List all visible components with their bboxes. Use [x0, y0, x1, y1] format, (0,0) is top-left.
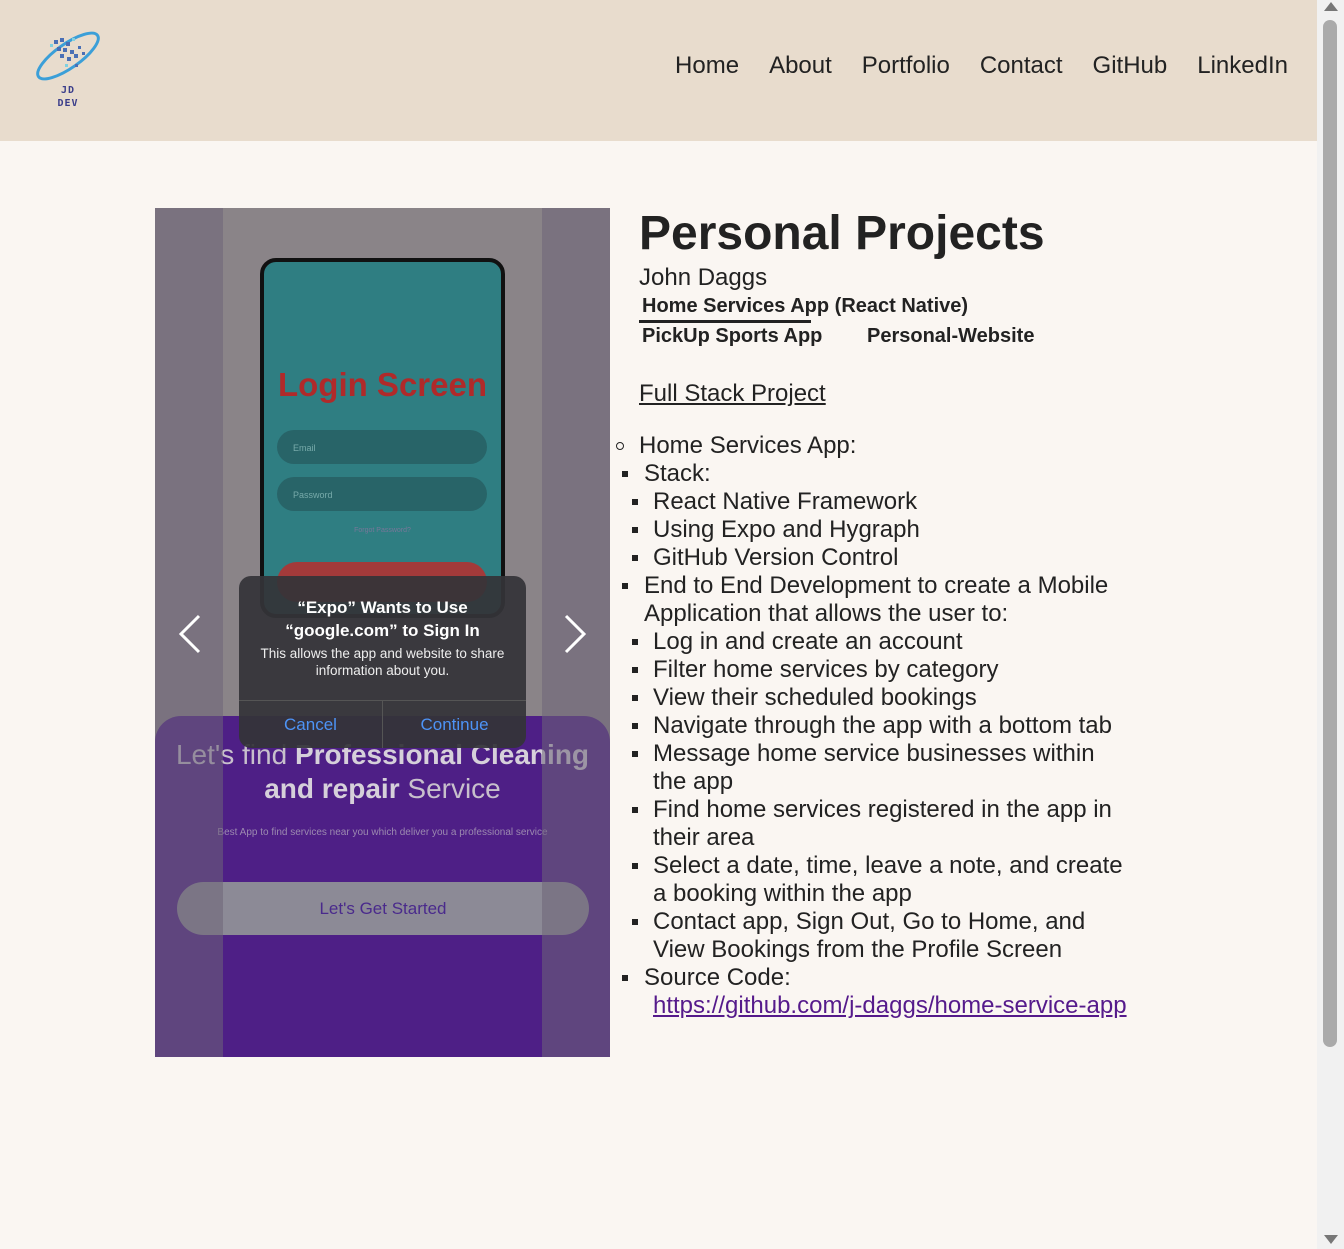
- list-bullet: [632, 723, 638, 729]
- tab-home-services-app[interactable]: Home Services App (React Native): [642, 295, 968, 318]
- list-bullet: [632, 919, 638, 925]
- lets-get-started-button-mock: Let's Get Started: [177, 882, 589, 935]
- e2e-description: Application that allows the user to:: [644, 600, 1009, 627]
- phone-mockup: Login Screen Email Password Forgot Passw…: [260, 258, 505, 618]
- author-name: John Daggs: [639, 264, 768, 291]
- source-code-link[interactable]: https://github.com/j-daggs/home-service-…: [653, 992, 1127, 1020]
- scroll-thumb[interactable]: [1323, 20, 1337, 1047]
- feature-item: Message home service businesses within: [653, 740, 1095, 767]
- list-item: React Native Framework: [653, 488, 918, 515]
- scroll-up-arrow-icon[interactable]: [1324, 2, 1338, 11]
- feature-item: Find home services registered in the app…: [653, 796, 1112, 823]
- e2e-description: End to End Development to create a Mobil…: [644, 572, 1109, 599]
- feature-item: their area: [653, 824, 755, 851]
- project-image-carousel: Login Screen Email Password Forgot Passw…: [155, 208, 610, 1057]
- main-nav: Home About Portfolio Contact GitHub Link…: [675, 52, 1288, 80]
- feature-item: View Bookings from the Profile Screen: [653, 936, 1063, 963]
- source-code-label: Source Code:: [644, 964, 791, 991]
- section-subheading: Full Stack Project: [639, 380, 826, 407]
- nav-linkedin[interactable]: LinkedIn: [1197, 52, 1288, 80]
- email-field-mock: Email: [277, 430, 487, 464]
- list-bullet: [632, 555, 638, 561]
- list-bullet: [622, 583, 628, 589]
- password-field-mock: Password: [277, 477, 487, 511]
- list-bullet: [632, 751, 638, 757]
- dialog-message: This allows the app and website to share…: [260, 646, 505, 678]
- list-item: GitHub Version Control: [653, 544, 899, 571]
- list-item: Using Expo and Hygraph: [653, 516, 920, 543]
- active-tab-indicator: [639, 320, 811, 323]
- list-bullet: [632, 499, 638, 505]
- dialog-buttons: Cancel Continue: [239, 700, 526, 748]
- vertical-scrollbar[interactable]: [1317, 0, 1344, 1249]
- list-bullet: [616, 442, 624, 450]
- stack-label: Stack:: [644, 460, 711, 487]
- list-bullet: [632, 807, 638, 813]
- nav-github[interactable]: GitHub: [1093, 52, 1168, 80]
- feature-item: the app: [653, 768, 734, 795]
- login-screen-title: Login Screen: [277, 366, 488, 403]
- dialog-cancel-mock: Cancel: [284, 715, 337, 734]
- feature-item: Navigate through the app with a bottom t…: [653, 712, 1112, 739]
- nav-contact[interactable]: Contact: [980, 52, 1063, 80]
- feature-item: Log in and create an account: [653, 628, 963, 655]
- list-bullet: [632, 695, 638, 701]
- chevron-left-icon[interactable]: [175, 612, 205, 656]
- dialog-continue-mock: Continue: [382, 701, 526, 748]
- scroll-down-arrow-icon[interactable]: [1324, 1235, 1338, 1244]
- site-header: JD DEV Home About Portfolio Contact GitH…: [0, 0, 1317, 141]
- feature-item: View their scheduled bookings: [653, 684, 977, 711]
- list-bullet: [622, 975, 628, 981]
- list-bullet: [632, 667, 638, 673]
- nav-about[interactable]: About: [769, 52, 832, 80]
- logo-text: JD DEV: [57, 85, 79, 109]
- feature-item: Contact app, Sign Out, Go to Home, and: [653, 908, 1086, 935]
- forgot-password-mock: Forgot Password?: [354, 527, 411, 534]
- feature-item: a booking within the app: [653, 880, 912, 907]
- list-bullet: [622, 471, 628, 477]
- chevron-right-icon[interactable]: [560, 612, 590, 656]
- tab-personal-website[interactable]: Personal-Website: [867, 325, 1034, 348]
- sign-in-dialog-mock: “Expo” Wants to Use “google.com” to Sign…: [239, 576, 526, 748]
- list-bullet: [632, 863, 638, 869]
- feature-item: Filter home services by category: [653, 656, 999, 683]
- page-title: Personal Projects: [639, 207, 1045, 260]
- feature-item: Select a date, time, leave a note, and c…: [653, 852, 1123, 879]
- project-name: Home Services App:: [639, 432, 857, 459]
- tab-pickup-sports-app[interactable]: PickUp Sports App: [642, 325, 822, 348]
- list-bullet: [632, 639, 638, 645]
- nav-portfolio[interactable]: Portfolio: [862, 52, 950, 80]
- dialog-title: “Expo” Wants to Use “google.com” to Sign…: [285, 598, 480, 640]
- list-bullet: [632, 527, 638, 533]
- nav-home[interactable]: Home: [675, 52, 739, 80]
